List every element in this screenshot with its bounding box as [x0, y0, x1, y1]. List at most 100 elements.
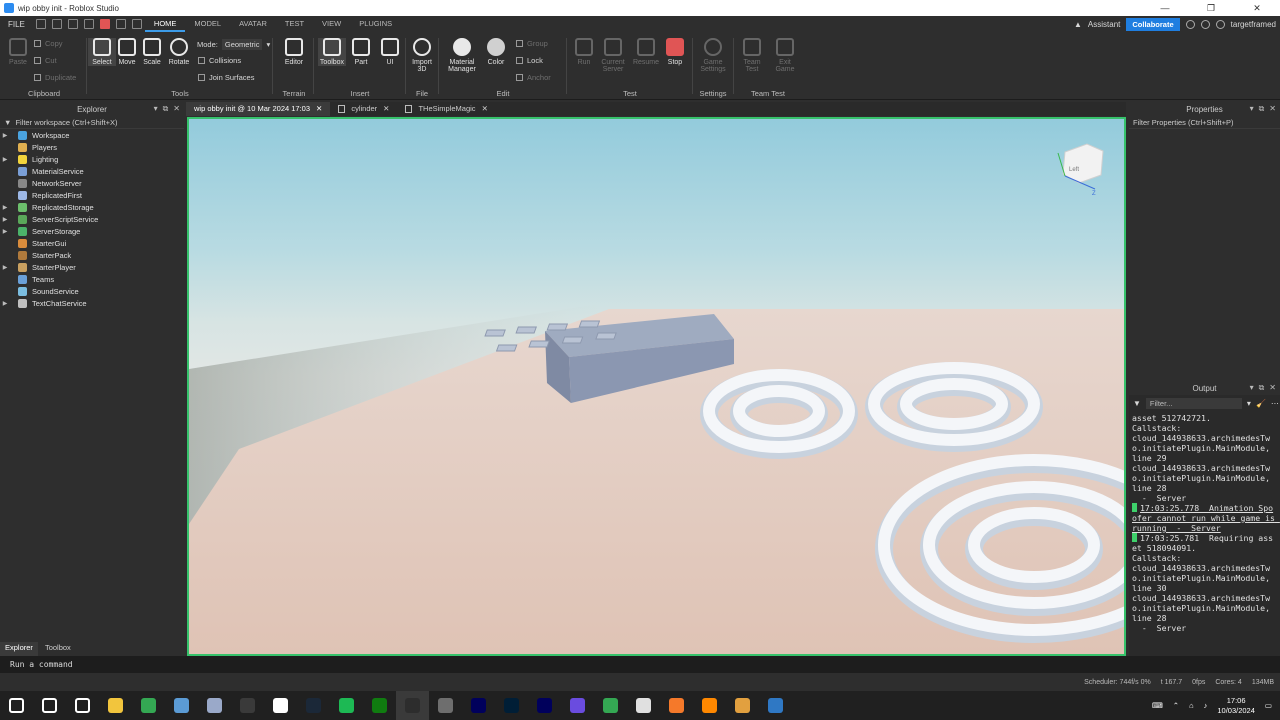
duplicate-button[interactable]: Duplicate — [34, 73, 76, 82]
collisions-toggle[interactable]: Collisions — [198, 56, 241, 65]
explorer-item-soundservice[interactable]: SoundService — [0, 285, 184, 297]
assistant-button[interactable]: Assistant — [1088, 20, 1120, 29]
move-button[interactable]: Move — [113, 38, 141, 66]
team-test-button[interactable]: Team Test — [738, 38, 766, 73]
redo-icon[interactable] — [67, 19, 78, 29]
explorer-item-textchatservice[interactable]: ▶ TextChatService — [0, 297, 184, 309]
save-icon[interactable] — [35, 19, 46, 29]
game-settings-button[interactable]: Game Settings — [699, 38, 727, 73]
join-surfaces-toggle[interactable]: Join Surfaces — [198, 73, 254, 82]
rotate-button[interactable]: Rotate — [165, 38, 193, 66]
explorer-item-serverscriptservice[interactable]: ▶ ServerScriptService — [0, 213, 184, 225]
close-icon[interactable]: ✕ — [383, 102, 389, 116]
doc-tab-thesimplemagic[interactable]: THeSimpleMagic ✕ — [397, 102, 495, 116]
toolbox-button[interactable]: Toolbox — [318, 38, 346, 66]
explorer-item-networkserver[interactable]: NetworkServer — [0, 177, 184, 189]
network-icon[interactable]: ⌂ — [1189, 701, 1194, 710]
taskbar-windows-start[interactable] — [0, 691, 33, 720]
share-icon[interactable] — [1215, 19, 1225, 29]
taskbar-vpn[interactable] — [561, 691, 594, 720]
expand-arrow-icon[interactable]: ▶ — [0, 264, 10, 271]
explorer-item-replicatedfirst[interactable]: ReplicatedFirst — [0, 189, 184, 201]
screenshot-icon[interactable] — [115, 19, 126, 29]
taskbar-app-shield[interactable] — [726, 691, 759, 720]
chevron-up-icon[interactable]: ▲ — [1074, 20, 1082, 29]
user-name[interactable]: targetframed — [1231, 20, 1276, 29]
close-icon[interactable]: ✕ — [316, 102, 322, 116]
run-button[interactable]: Run — [570, 38, 598, 66]
play-icon[interactable] — [83, 19, 94, 29]
tab-explorer[interactable]: Explorer — [0, 642, 38, 656]
taskbar-premiere[interactable] — [528, 691, 561, 720]
keyboard-icon[interactable]: ⌨ — [1152, 701, 1163, 710]
terrain-editor-button[interactable]: Editor — [280, 38, 308, 66]
file-menu[interactable]: FILE — [0, 20, 33, 29]
undock-icon[interactable]: ⧉ — [1259, 104, 1265, 114]
resume-button[interactable]: Resume — [632, 38, 660, 66]
paste-button[interactable]: Paste — [4, 38, 32, 66]
select-button[interactable]: Select — [88, 38, 116, 66]
taskbar-spotify[interactable] — [330, 691, 363, 720]
part-button[interactable]: Part — [347, 38, 375, 66]
doc-tab-place[interactable]: wip obby init @ 10 Mar 2024 17:03 ✕ — [186, 102, 331, 116]
help-icon[interactable] — [1185, 19, 1195, 29]
explorer-item-lighting[interactable]: ▶ Lighting — [0, 153, 184, 165]
taskbar-roblox-studio[interactable] — [396, 691, 429, 720]
explorer-item-teams[interactable]: Teams — [0, 273, 184, 285]
explorer-filter-input[interactable]: Filter workspace (Ctrl+Shift+X) — [15, 118, 117, 127]
clear-output-icon[interactable]: 🧹 — [1256, 399, 1266, 408]
taskbar-chrome-2[interactable] — [594, 691, 627, 720]
explorer-filter[interactable]: ▼ Filter workspace (Ctrl+Shift+X) — [0, 116, 184, 129]
explorer-item-workspace[interactable]: ▶ Workspace — [0, 129, 184, 141]
taskbar-app-y[interactable] — [627, 691, 660, 720]
view-cube[interactable]: Left Z — [1057, 143, 1104, 197]
tray-overflow-icon[interactable]: ⌃ — [1173, 701, 1179, 710]
expand-arrow-icon[interactable]: ▶ — [0, 156, 10, 163]
taskbar-after-effects[interactable] — [462, 691, 495, 720]
cut-button[interactable]: Cut — [34, 56, 57, 65]
tab-plugins[interactable]: PLUGINS — [350, 16, 401, 32]
doc-tab-cylinder[interactable]: cylinder ✕ — [330, 102, 397, 116]
undock-icon[interactable]: ⧉ — [163, 104, 169, 114]
properties-filter-input[interactable]: Filter Properties (Ctrl+Shift+P) — [1129, 116, 1280, 129]
import-3d-button[interactable]: Import 3D — [408, 38, 436, 73]
taskbar-photoshop[interactable] — [495, 691, 528, 720]
taskbar-camera-app[interactable] — [198, 691, 231, 720]
explorer-item-startergui[interactable]: StarterGui — [0, 237, 184, 249]
filter-icon[interactable]: ▼ — [1133, 399, 1141, 408]
chevron-down-icon[interactable]: ▾ — [1250, 383, 1254, 393]
volume-icon[interactable]: ♪ — [1204, 701, 1208, 710]
notifications-icon[interactable] — [1200, 19, 1210, 29]
chevron-down-icon[interactable]: ▾ — [266, 40, 270, 49]
stop-icon[interactable] — [99, 19, 110, 29]
chevron-down-icon[interactable]: ▾ — [154, 104, 158, 114]
taskbar-app-blue[interactable] — [759, 691, 792, 720]
explorer-item-serverstorage[interactable]: ▶ ServerStorage — [0, 225, 184, 237]
mode-dropdown[interactable]: Geometric — [221, 39, 263, 50]
current-server-button[interactable]: Current Server — [599, 38, 627, 73]
color-button[interactable]: Color — [482, 38, 510, 66]
close-icon[interactable]: ✕ — [1269, 383, 1276, 393]
chevron-down-icon[interactable]: ▾ — [1250, 104, 1254, 114]
chevron-down-icon[interactable]: ▾ — [1247, 399, 1251, 408]
taskbar-xbox[interactable] — [363, 691, 396, 720]
expand-arrow-icon[interactable]: ▶ — [0, 132, 10, 139]
lock-button[interactable]: Lock — [516, 56, 543, 65]
tab-avatar[interactable]: AVATAR — [230, 16, 276, 32]
taskbar-file-explorer[interactable] — [99, 691, 132, 720]
stop-button[interactable]: Stop — [661, 38, 689, 66]
copy-button[interactable]: Copy — [34, 39, 63, 48]
taskbar-blender[interactable] — [660, 691, 693, 720]
explorer-item-starterplayer[interactable]: ▶ StarterPlayer — [0, 261, 184, 273]
command-input[interactable]: Run a command — [10, 660, 73, 669]
explorer-item-starterpack[interactable]: StarterPack — [0, 249, 184, 261]
taskbar-notepad-app[interactable] — [165, 691, 198, 720]
notifications-icon[interactable]: ▭ — [1265, 701, 1272, 710]
expand-arrow-icon[interactable]: ▶ — [0, 300, 10, 307]
taskbar-mouse-app[interactable] — [264, 691, 297, 720]
anchor-button[interactable]: Anchor — [516, 73, 551, 82]
more-icon[interactable]: ⋯ — [1271, 399, 1279, 408]
taskbar-steam[interactable] — [297, 691, 330, 720]
taskbar-vlc[interactable] — [693, 691, 726, 720]
undo-icon[interactable] — [51, 19, 62, 29]
